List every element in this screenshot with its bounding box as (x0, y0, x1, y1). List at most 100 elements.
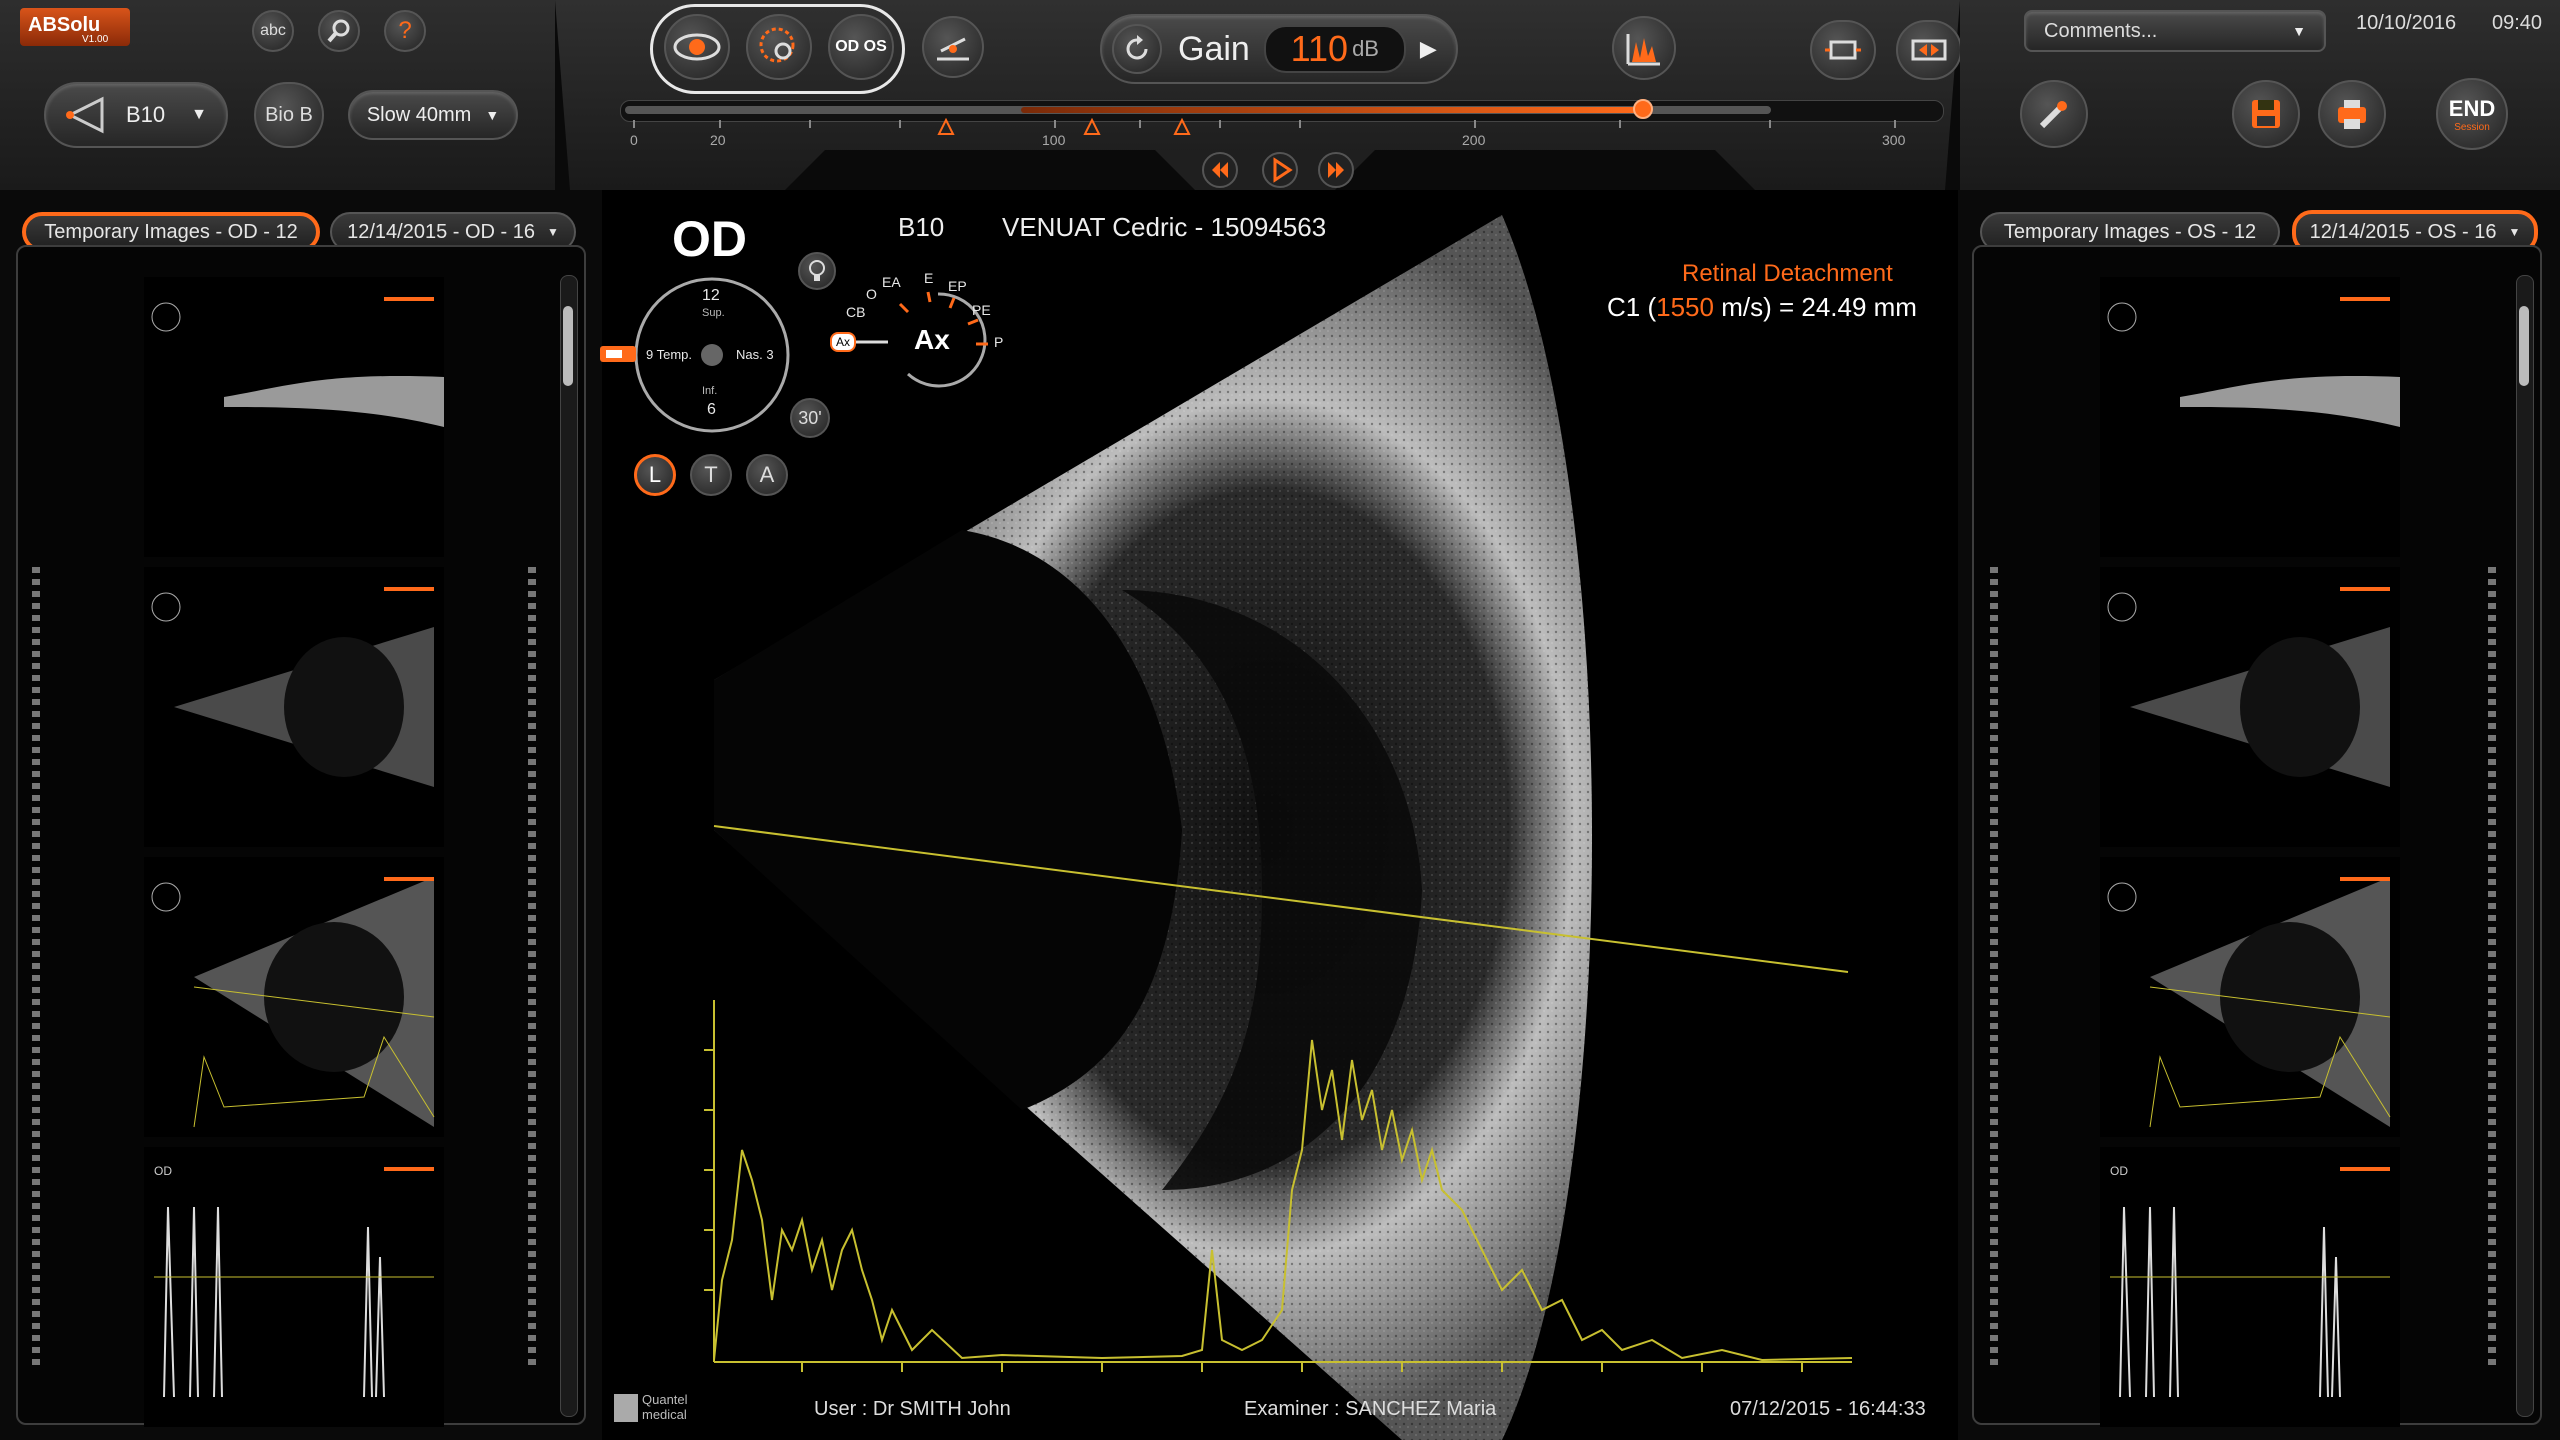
left-ruler (32, 567, 40, 1367)
probe-icon (66, 96, 104, 134)
eye-icon (673, 33, 721, 61)
gain-value-display: 110 dB (1263, 25, 1406, 73)
cine-slider-range (1021, 107, 1641, 113)
cine-slider-handle[interactable] (1633, 99, 1653, 119)
measurement-suffix: m/s) = 24.49 mm (1713, 292, 1917, 322)
axial-label: EP (948, 278, 967, 294)
brand-mark (614, 1394, 638, 1422)
measurement-speed: 1550 (1656, 292, 1714, 322)
speed-label: Slow 40mm (366, 103, 472, 126)
left-thumbnail-panel: OD (16, 245, 586, 1427)
save-button[interactable] (2232, 80, 2300, 148)
axial-label: O (866, 286, 877, 302)
abc-label: abc (260, 22, 286, 39)
help-button[interactable]: ? (384, 10, 426, 52)
thumbnail-image[interactable] (144, 567, 444, 847)
scrollbar[interactable] (560, 275, 578, 1417)
comments-dropdown[interactable]: Comments... ▼ (2024, 10, 2326, 52)
tab-label: Temporary Images - OD - 12 (44, 220, 298, 243)
zoom-eye-button[interactable] (746, 14, 812, 80)
bio-b-button[interactable]: Bio B (254, 82, 324, 148)
clock-6: 6 (707, 401, 716, 418)
axial-button[interactable]: A (746, 454, 788, 496)
axial-label: CB (846, 304, 866, 320)
scrollbar-thumb[interactable] (563, 306, 573, 386)
play-button[interactable] (1260, 150, 1300, 190)
probe-orientation-icon (2039, 101, 2067, 129)
clock-3: Nas. 3 (736, 347, 774, 362)
thumbnail-image[interactable] (2100, 277, 2400, 557)
split-view-icon (1911, 39, 1947, 61)
eye-zoom-icon (759, 27, 795, 63)
scrollbar-thumb[interactable] (2519, 306, 2529, 386)
axial-label: EA (882, 274, 901, 290)
svg-text:OD: OD (154, 1164, 172, 1178)
tab-label: 12/14/2015 - OD - 16 (347, 220, 535, 243)
rewind-button[interactable] (1200, 150, 1240, 190)
od-os-button[interactable]: OD OS (828, 14, 894, 80)
thumbnail-image[interactable] (2100, 857, 2400, 1137)
l-label: L (648, 462, 662, 487)
brand-text: Quantel medical (642, 1392, 688, 1422)
speed-selector[interactable]: Slow 40mm ▼ (348, 90, 518, 140)
fit-screen-button[interactable] (1810, 20, 1876, 80)
transverse-button[interactable]: T (690, 454, 732, 496)
search-button[interactable] (318, 10, 360, 52)
gain-reset-button[interactable] (1112, 24, 1162, 74)
rewind-icon (1202, 152, 1238, 188)
angle-button[interactable]: 30' (790, 398, 830, 438)
longitudinal-button[interactable]: L (634, 454, 676, 496)
fast-forward-icon (1318, 152, 1354, 188)
scale-tick: 200 (1462, 132, 1486, 148)
print-icon (2338, 100, 2366, 129)
thumbnail-image[interactable] (2100, 567, 2400, 847)
measurement-readout: C1 (1550 m/s) = 24.49 mm (1607, 292, 1917, 323)
histogram-button[interactable] (1612, 16, 1676, 80)
time-scale (633, 118, 1896, 135)
help-icon: ? (398, 17, 412, 44)
ultrasound-image (704, 215, 1853, 1440)
save-icon (2252, 100, 2280, 128)
right-ruler (2488, 567, 2496, 1367)
right-ruler (528, 567, 536, 1367)
chevron-down-icon: ▼ (2508, 225, 2521, 239)
print-button[interactable] (2318, 80, 2386, 148)
lightbulb-icon (809, 260, 825, 281)
abc-button[interactable]: abc (252, 10, 294, 52)
clock-inf: Inf. (702, 385, 718, 397)
tab-label: Temporary Images - OS - 12 (2003, 220, 2257, 243)
t-label: T (704, 462, 718, 487)
brand-logo: Quantel medical (614, 1390, 688, 1426)
search-icon (327, 19, 350, 43)
thumbnail-image[interactable] (144, 857, 444, 1137)
gain-unit: dB (1352, 36, 1379, 61)
probe-selector[interactable]: B10 ▼ (44, 82, 228, 148)
clock-marker[interactable] (600, 346, 636, 362)
axial-center: Ax (914, 324, 950, 355)
probe-position-button[interactable] (922, 16, 984, 78)
clock-dial[interactable]: 12 Sup. 6 Inf. 9 Temp. Nas. 3 (632, 275, 792, 435)
eye-label: OD (672, 211, 747, 267)
thumbnail-image[interactable]: OD (144, 1147, 444, 1427)
main-viewer[interactable]: OD B10 VENUAT Cedric - 15094563 Retinal … (600, 190, 1958, 1440)
current-time: 09:40 (2492, 12, 2543, 34)
thumbnail-image[interactable]: OD (2100, 1147, 2400, 1427)
chevron-down-icon: ▼ (485, 107, 500, 123)
fast-forward-button[interactable] (1316, 150, 1356, 190)
a-label: A (759, 462, 775, 487)
gain-control[interactable]: Gain 110 dB ▶ (1100, 14, 1458, 84)
thumbnail-image[interactable] (144, 277, 444, 557)
axial-label: E (924, 270, 934, 286)
split-view-button[interactable] (1896, 20, 1962, 80)
chevron-down-icon: ▼ (191, 106, 207, 123)
right-thumbnail-panel: OD (1972, 245, 2542, 1427)
svg-text:OD: OD (2110, 1164, 2128, 1178)
probe-orientation-button[interactable] (2020, 80, 2088, 148)
scrollbar[interactable] (2516, 275, 2534, 1417)
axial-selector[interactable]: Ax EA E EP PE P O CB Ax (828, 270, 1048, 404)
eye-mode-button[interactable] (664, 14, 730, 80)
end-session-button[interactable]: END Session (2436, 78, 2508, 150)
scale-tick: 100 (1042, 132, 1066, 148)
axial-label: Ax (830, 332, 857, 352)
app-logo: ABSolu V1.00 (20, 8, 130, 46)
